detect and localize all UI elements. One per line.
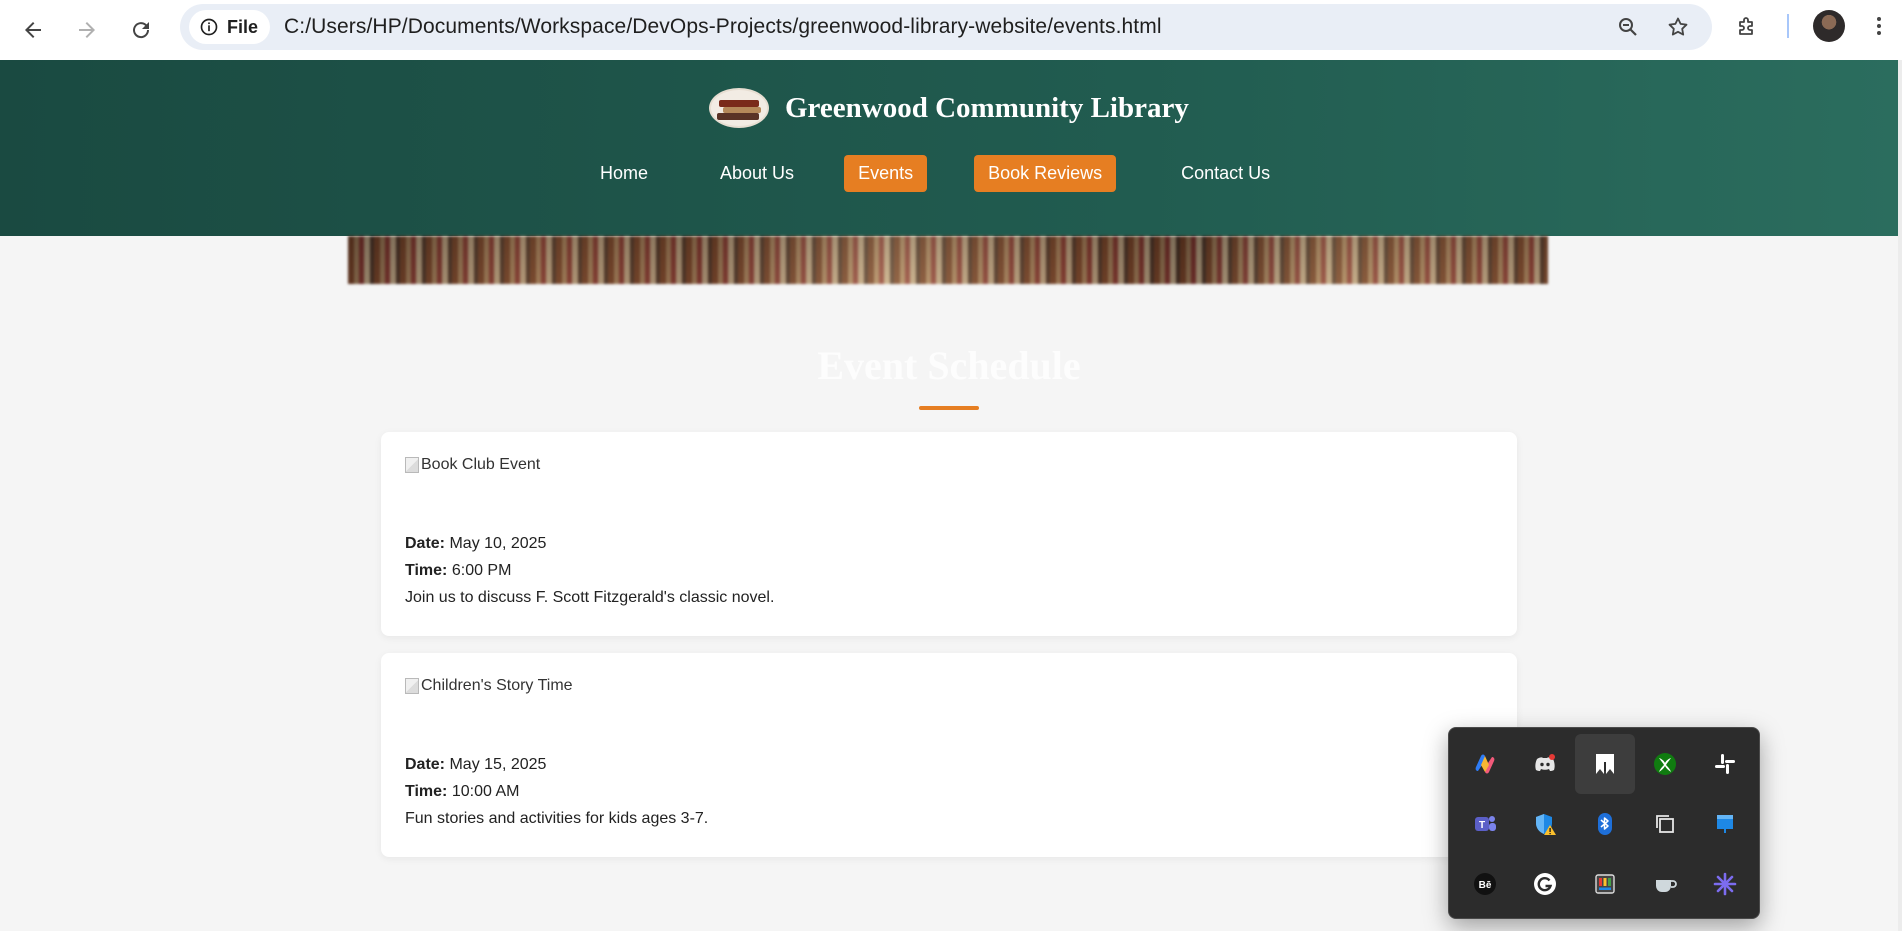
nav-contact-us[interactable]: Contact Us — [1167, 155, 1284, 192]
tray-blue-app[interactable] — [1695, 794, 1755, 854]
copy-windows-icon — [1656, 815, 1674, 833]
event-description: Fun stories and activities for kids ages… — [405, 810, 709, 827]
broken-image-icon — [405, 457, 419, 473]
site-header: Greenwood Community Library Home About U… — [0, 60, 1898, 236]
sparkle-app-icon — [1713, 872, 1737, 896]
tray-discord[interactable] — [1515, 734, 1575, 794]
event-time-value: 10:00 AM — [451, 783, 520, 800]
date-label: Date: — [405, 756, 446, 773]
tray-bluetooth[interactable] — [1575, 794, 1635, 854]
browser-toolbar: File C:/Users/HP/Documents/Workspace/Dev… — [0, 0, 1902, 60]
event-time-value: 6:00 PM — [451, 562, 512, 579]
brand: Greenwood Community Library — [709, 88, 1189, 128]
slack-icon — [1715, 754, 1735, 774]
event-image-alt: Book Club Event — [421, 456, 541, 473]
event-time: Time: 10:00 AM — [405, 783, 519, 801]
nav-events[interactable]: Events — [844, 155, 928, 192]
event-date: Date: May 10, 2025 — [405, 535, 546, 553]
nav-about-us[interactable]: About Us — [706, 155, 808, 192]
event-image-broken: Children's Story Time — [405, 677, 573, 695]
tray-slack[interactable] — [1695, 734, 1755, 794]
nav-home[interactable]: Home — [586, 155, 662, 192]
event-date-value: May 10, 2025 — [449, 535, 547, 552]
zoom-icon[interactable] — [1616, 15, 1640, 39]
tray-bookmark-app[interactable] — [1575, 734, 1635, 794]
address-bar[interactable]: File C:/Users/HP/Documents/Workspace/Dev… — [180, 4, 1712, 50]
xbox-icon — [1654, 753, 1676, 775]
arrow-left-icon — [25, 22, 41, 38]
event-date-value: May 15, 2025 — [449, 756, 547, 773]
event-time: Time: 6:00 PM — [405, 562, 511, 580]
tray-teams[interactable]: T — [1455, 794, 1515, 854]
menu-dots-icon[interactable] — [1867, 14, 1891, 38]
tray-xbox[interactable] — [1635, 734, 1695, 794]
tray-copilot[interactable] — [1455, 734, 1515, 794]
hero-banner-image — [348, 236, 1548, 284]
event-image-broken: Book Club Event — [405, 456, 540, 474]
bookmark-star-icon[interactable] — [1666, 15, 1690, 39]
reload-icon — [133, 22, 150, 39]
site-info-chip[interactable]: File — [189, 10, 271, 44]
grammarly-icon — [1534, 873, 1556, 895]
events-title: Event Schedule — [817, 343, 1081, 388]
bookmark-app-icon — [1596, 754, 1614, 774]
time-label: Time: — [405, 783, 448, 800]
date-label: Date: — [405, 535, 446, 552]
tray-behance[interactable]: Bē — [1455, 854, 1515, 914]
tray-coffee[interactable] — [1635, 854, 1695, 914]
extensions-icon[interactable] — [1735, 14, 1759, 38]
teams-icon: T — [1475, 816, 1496, 831]
system-tray-flyout: T Bē — [1448, 727, 1760, 919]
tray-grammarly[interactable] — [1515, 854, 1575, 914]
coffee-cup-icon — [1656, 880, 1677, 892]
behance-icon: Bē — [1474, 873, 1496, 895]
title-underline — [919, 406, 979, 410]
main-nav: Home About Us Events Book Reviews Contac… — [586, 155, 1284, 192]
defender-warning-icon — [1536, 814, 1556, 835]
color-picker-icon — [1595, 874, 1615, 894]
back-button[interactable] — [13, 10, 53, 50]
url-text[interactable]: C:/Users/HP/Documents/Workspace/DevOps-P… — [284, 15, 1162, 39]
svg-text:Bē: Bē — [1479, 880, 1492, 891]
event-card: Children's Story Time Date: May 15, 2025… — [381, 653, 1517, 857]
blue-app-icon — [1717, 815, 1733, 833]
event-description: Join us to discuss F. Scott Fitzgerald's… — [405, 589, 775, 606]
tray-defender[interactable] — [1515, 794, 1575, 854]
discord-icon — [1535, 754, 1555, 771]
site-title: Greenwood Community Library — [785, 91, 1189, 124]
broken-image-icon — [405, 678, 419, 694]
event-card: Book Club Event Date: May 10, 2025 Time:… — [381, 432, 1517, 636]
info-icon — [200, 18, 218, 36]
site-info-label: File — [227, 16, 259, 37]
profile-avatar[interactable] — [1813, 10, 1845, 42]
copilot-icon — [1475, 754, 1495, 774]
library-logo — [709, 88, 769, 128]
toolbar-divider — [1787, 14, 1789, 38]
bluetooth-icon — [1598, 813, 1612, 835]
nav-book-reviews[interactable]: Book Reviews — [974, 155, 1117, 192]
svg-text:T: T — [1479, 820, 1485, 831]
tray-color-picker[interactable] — [1575, 854, 1635, 914]
event-image-alt: Children's Story Time — [421, 677, 573, 694]
tray-sparkle-app[interactable] — [1695, 854, 1755, 914]
forward-button[interactable] — [67, 10, 107, 50]
tray-copy-windows[interactable] — [1635, 794, 1695, 854]
event-date: Date: May 15, 2025 — [405, 756, 546, 774]
reload-button[interactable] — [121, 10, 161, 50]
arrow-right-icon — [79, 22, 95, 38]
page-scrollbar[interactable] — [1898, 60, 1902, 931]
time-label: Time: — [405, 562, 448, 579]
